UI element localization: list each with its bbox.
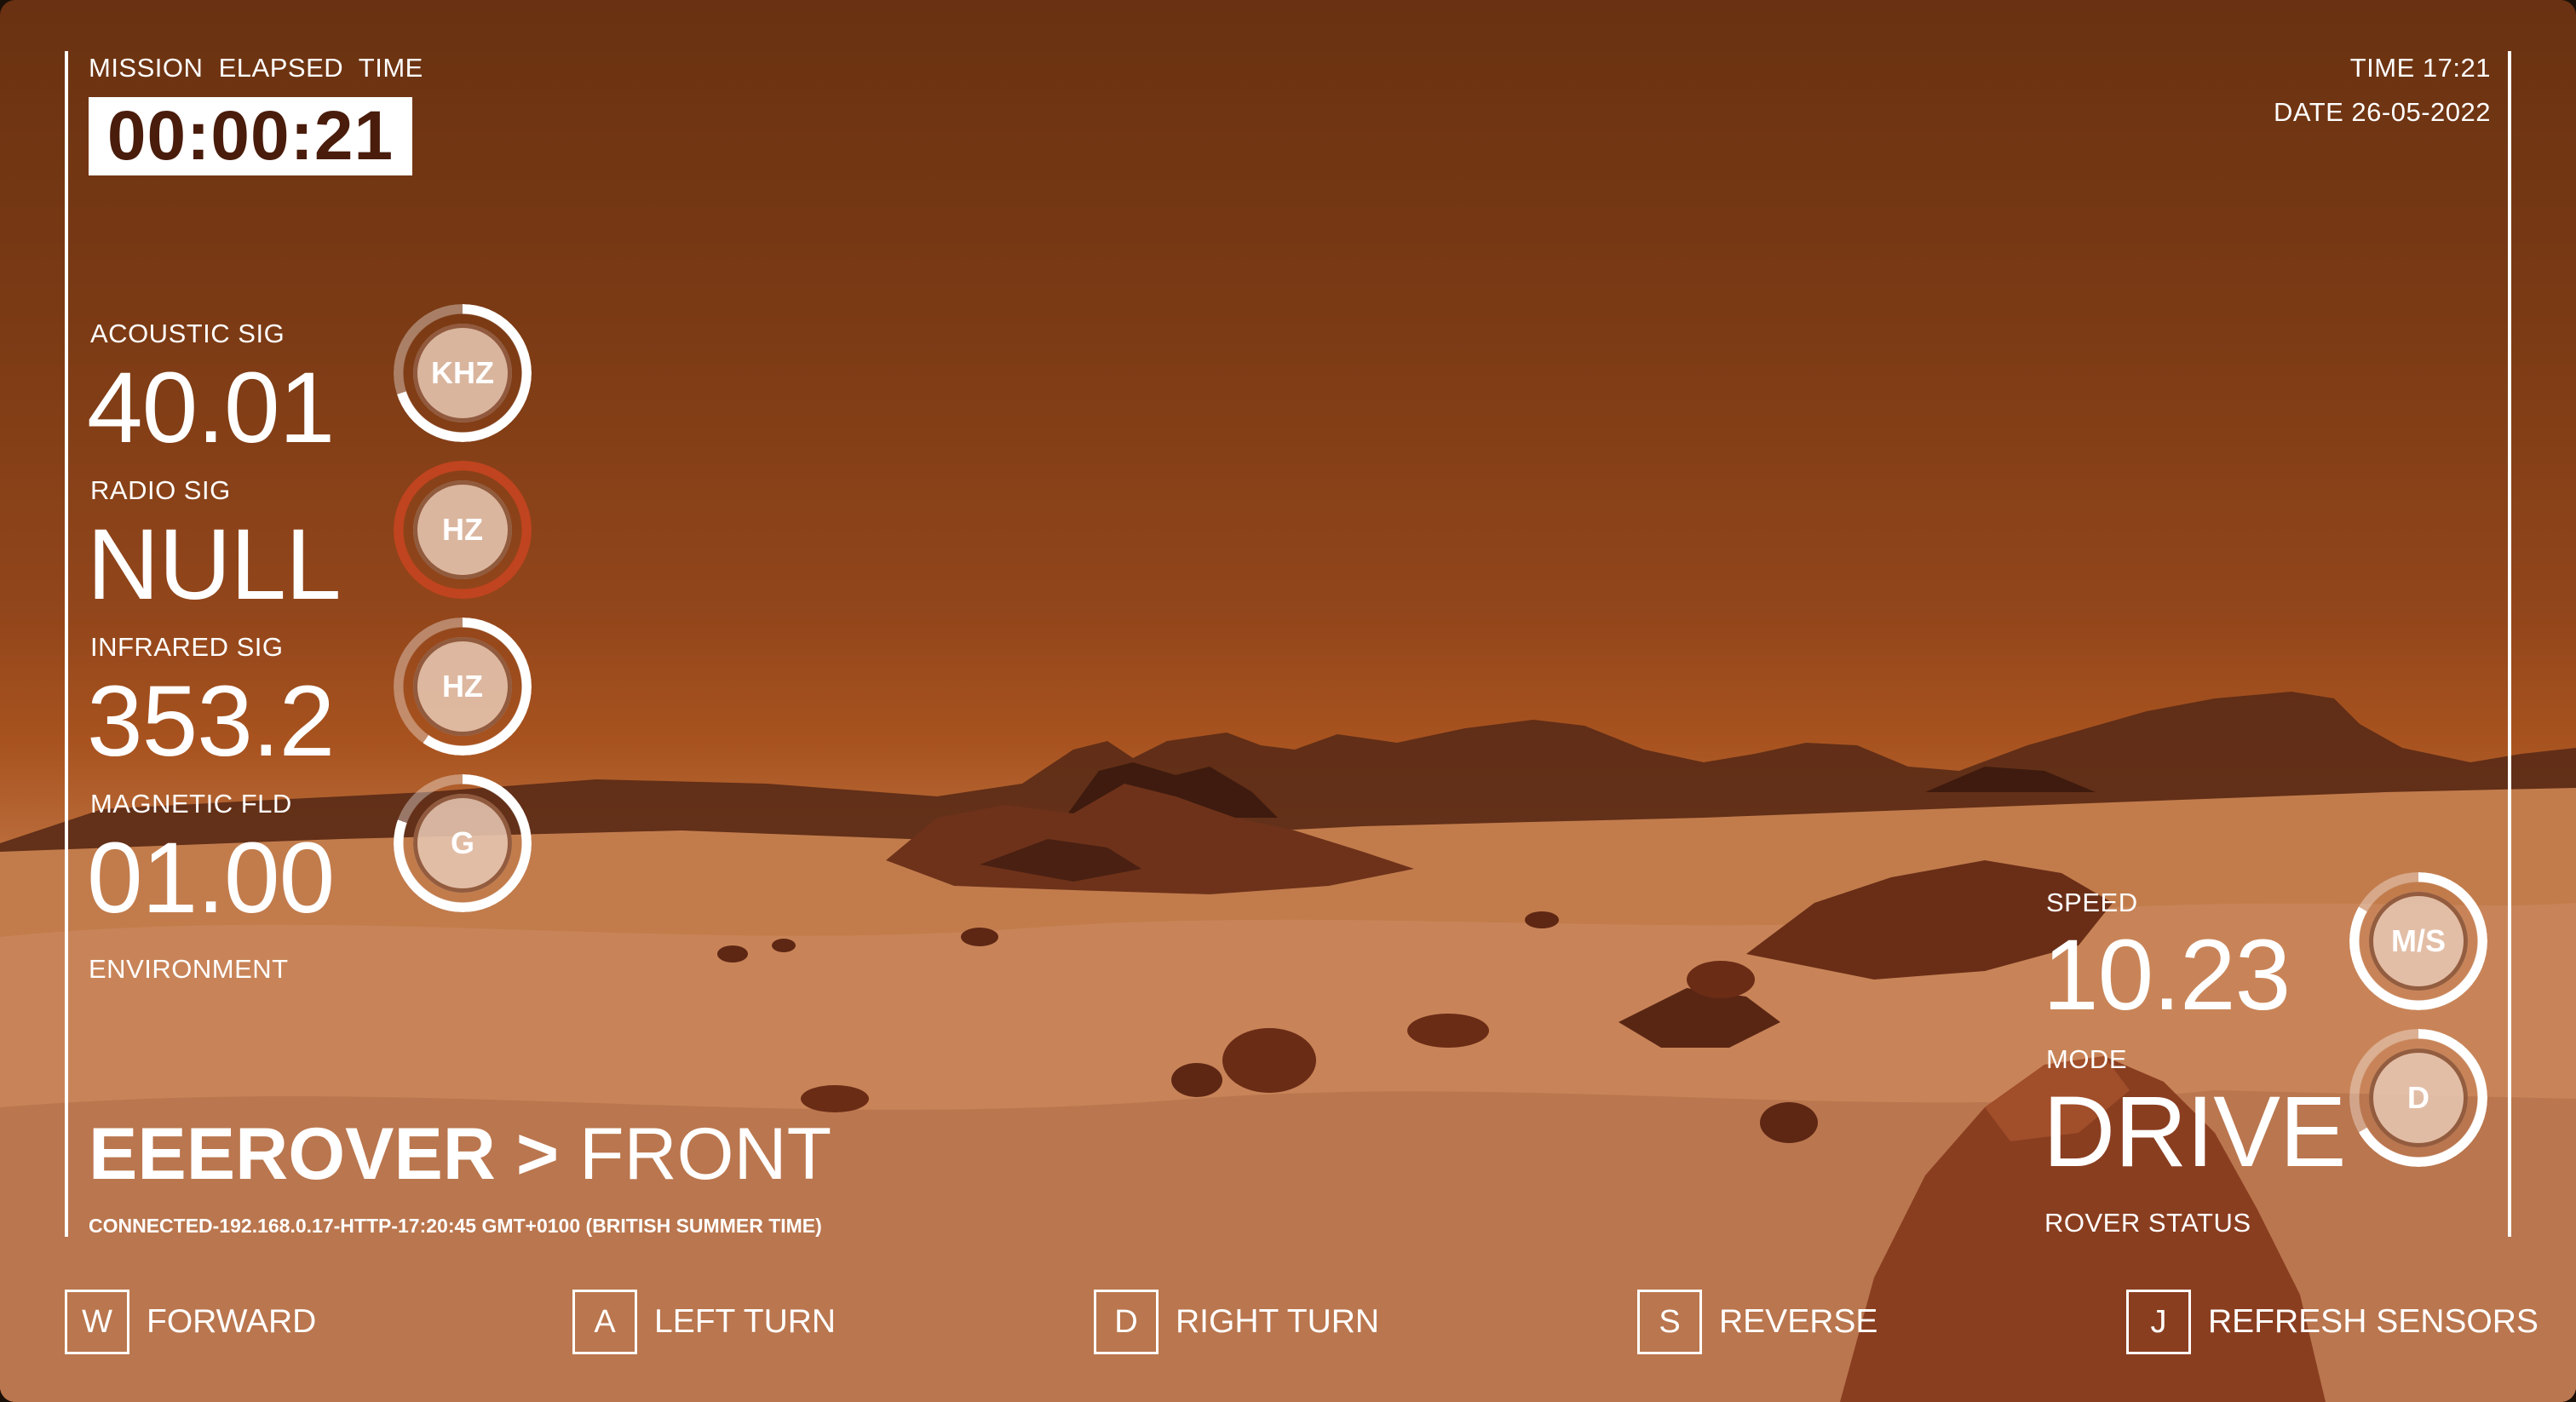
rover-name: EEEROVER: [89, 1113, 496, 1195]
mode-unit: D: [2369, 1049, 2468, 1147]
key-j[interactable]: J: [2126, 1290, 2191, 1354]
control-reverse[interactable]: S REVERSE: [1637, 1288, 1877, 1356]
radio-sig-gauge: HZ: [394, 461, 532, 599]
acoustic-sig-value: 40.01: [87, 352, 335, 464]
acoustic-sig-label: ACOUSTIC SIG: [90, 319, 285, 348]
magnetic-fld-label: MAGNETIC FLD: [90, 789, 292, 819]
acoustic-sig-gauge: KHZ: [394, 304, 532, 442]
speed-value: 10.23: [2043, 919, 2291, 1031]
infrared-sig-unit: HZ: [413, 637, 512, 736]
speed-unit: M/S: [2369, 892, 2468, 991]
control-forward-label: FORWARD: [147, 1303, 317, 1340]
radio-sig-unit: HZ: [413, 480, 512, 579]
key-d[interactable]: D: [1094, 1290, 1159, 1354]
magnetic-fld-value: 01.00: [87, 822, 335, 934]
current-time: TIME 17:21: [2349, 53, 2491, 83]
magnetic-fld-unit: G: [413, 794, 512, 893]
key-s[interactable]: S: [1637, 1290, 1702, 1354]
control-right-turn[interactable]: D RIGHT TURN: [1094, 1288, 1379, 1356]
infrared-sig-label: INFRARED SIG: [90, 632, 284, 662]
speed-gauge: M/S: [2349, 872, 2487, 1010]
control-refresh-sensors-label: REFRESH SENSORS: [2208, 1303, 2539, 1340]
mission-elapsed-label: MISSION ELAPSED TIME: [89, 53, 423, 83]
control-reverse-label: REVERSE: [1719, 1303, 1878, 1340]
rover-status-section-label: ROVER STATUS: [2044, 1208, 2251, 1238]
mission-elapsed-timer: 00:00:21: [89, 97, 412, 175]
infrared-sig-value: 353.2: [87, 665, 335, 778]
camera-view-title: EEEROVER > FRONT: [89, 1118, 831, 1191]
control-right-turn-label: RIGHT TURN: [1176, 1303, 1380, 1340]
left-frame-line: [65, 51, 68, 1237]
title-separator: >: [515, 1113, 560, 1195]
radio-sig-label: RADIO SIG: [90, 475, 231, 505]
speed-label: SPEED: [2046, 888, 2138, 917]
infrared-sig-gauge: HZ: [394, 618, 532, 756]
mode-gauge: D: [2349, 1029, 2487, 1167]
camera-view-name: FRONT: [578, 1113, 832, 1195]
acoustic-sig-unit: KHZ: [413, 324, 512, 422]
control-refresh-sensors[interactable]: J REFRESH SENSORS: [2126, 1288, 2539, 1356]
key-a[interactable]: A: [572, 1290, 637, 1354]
environment-section-label: ENVIRONMENT: [89, 954, 289, 984]
mode-value: DRIVE: [2043, 1076, 2347, 1188]
magnetic-fld-gauge: G: [394, 774, 532, 912]
current-date: DATE 26-05-2022: [2273, 97, 2491, 127]
control-left-turn-label: LEFT TURN: [654, 1303, 837, 1340]
rover-dashboard: MISSION ELAPSED TIME 00:00:21 TIME 17:21…: [0, 0, 2576, 1402]
right-frame-line: [2508, 51, 2511, 1237]
control-forward[interactable]: W FORWARD: [65, 1288, 316, 1356]
key-w[interactable]: W: [65, 1290, 129, 1354]
connection-status: CONNECTED-192.168.0.17-HTTP-17:20:45 GMT…: [89, 1215, 822, 1237]
mode-label: MODE: [2046, 1044, 2127, 1074]
control-left-turn[interactable]: A LEFT TURN: [572, 1288, 836, 1356]
radio-sig-value: NULL: [87, 509, 342, 621]
